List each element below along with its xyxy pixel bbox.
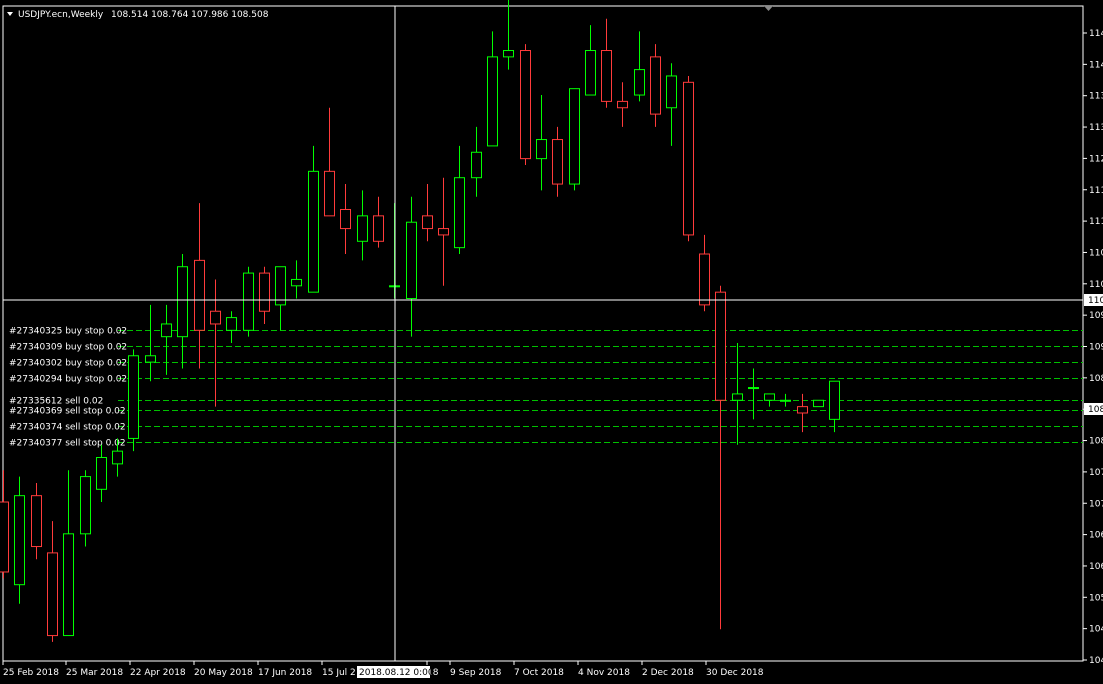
candle-bear bbox=[31, 495, 42, 548]
chart-ohlc-values: 108.514 108.764 107.986 108.508 bbox=[111, 10, 269, 20]
order-label: #27340309 buy stop 0.02 bbox=[9, 343, 127, 353]
candle-bull bbox=[634, 69, 645, 96]
chart-background bbox=[0, 0, 1103, 684]
candle-bull bbox=[161, 323, 172, 338]
candle-bull bbox=[308, 170, 319, 293]
order-label: #27340369 sell stop 0.02 bbox=[9, 407, 126, 417]
candle-bear bbox=[438, 228, 449, 236]
order-label: #27340294 buy stop 0.02 bbox=[9, 375, 127, 385]
candle-bull bbox=[666, 75, 677, 109]
candle-bull bbox=[829, 380, 840, 420]
candle-bull bbox=[80, 476, 91, 535]
candle-bear bbox=[47, 552, 58, 637]
chart-symbol-title: USDJPY.ecn,Weekly bbox=[18, 10, 104, 20]
y-tick-label: 112 bbox=[1089, 154, 1103, 164]
x-tick-label: 2 Dec 2018 bbox=[642, 668, 694, 678]
y-tick-label: 114 bbox=[1089, 29, 1103, 39]
order-label: #27340302 buy stop 0.02 bbox=[9, 359, 127, 369]
y-tick-label: 109 bbox=[1089, 343, 1103, 353]
y-tick-label: 113 bbox=[1089, 123, 1103, 133]
candle-bull bbox=[112, 450, 123, 465]
candle-bear bbox=[520, 50, 531, 160]
candle-bull bbox=[275, 266, 286, 306]
candle-bear bbox=[797, 406, 808, 414]
crosshair-time-label: 2018.08.12 0:00 bbox=[359, 668, 434, 678]
candle-bear bbox=[194, 259, 205, 331]
y-tick-label: 104 bbox=[1089, 656, 1103, 666]
y-tick-label: 111 bbox=[1089, 186, 1103, 196]
candle-bear bbox=[552, 139, 563, 185]
candle-bull bbox=[226, 317, 237, 331]
x-tick-label: 9 Sep 2018 bbox=[450, 668, 502, 678]
candle-bear bbox=[259, 272, 270, 312]
candle-bull bbox=[780, 399, 791, 402]
y-tick-label: 106 bbox=[1089, 531, 1103, 541]
candle-bull bbox=[471, 151, 482, 179]
order-label: #27340325 buy stop 0.02 bbox=[9, 327, 127, 337]
x-tick-label: 30 Dec 2018 bbox=[706, 668, 764, 678]
candle-bear bbox=[683, 81, 694, 236]
candle-bear bbox=[422, 215, 433, 230]
candle-bull bbox=[14, 495, 25, 586]
candle-bear bbox=[650, 56, 661, 115]
candle-bull bbox=[454, 177, 465, 249]
order-label: #27340374 sell stop 0.02 bbox=[9, 423, 126, 433]
y-tick-label: 106 bbox=[1089, 562, 1103, 572]
x-tick-label: 17 Jun 2018 bbox=[258, 668, 312, 678]
y-tick-label: 110 bbox=[1089, 248, 1103, 258]
candle-bull bbox=[145, 355, 156, 363]
candle-bear bbox=[715, 291, 726, 401]
y-tick-label: 108 bbox=[1089, 374, 1103, 384]
x-tick-label: 22 Apr 2018 bbox=[130, 668, 186, 678]
y-tick-label: 111 bbox=[1089, 217, 1103, 227]
candle-bull bbox=[96, 457, 107, 490]
candle-bull bbox=[243, 272, 254, 331]
current-price-label: 108 bbox=[1088, 405, 1103, 415]
candle-bear bbox=[340, 208, 351, 230]
candle-bull bbox=[748, 387, 759, 390]
y-tick-label: 105 bbox=[1089, 593, 1103, 603]
candle-bull bbox=[291, 278, 302, 287]
candle-bear bbox=[601, 50, 612, 102]
y-tick-label: 113 bbox=[1089, 92, 1103, 102]
x-tick-label: 25 Mar 2018 bbox=[66, 668, 123, 678]
candle-bear bbox=[699, 253, 710, 306]
candle-bull bbox=[357, 215, 368, 242]
candle-bull bbox=[732, 393, 743, 401]
y-tick-label: 107 bbox=[1089, 499, 1103, 509]
candle-bull bbox=[63, 533, 74, 637]
candle-bull bbox=[487, 56, 498, 147]
candle-bear bbox=[373, 215, 384, 242]
x-tick-label: 4 Nov 2018 bbox=[578, 668, 630, 678]
chart-canvas[interactable]: USDJPY.ecn,Weekly 108.514 108.764 107.98… bbox=[0, 0, 1103, 684]
candle-bull bbox=[177, 266, 188, 338]
x-tick-label: 25 Feb 2018 bbox=[3, 668, 59, 678]
candle-bull bbox=[813, 399, 824, 408]
y-tick-label: 104 bbox=[1089, 625, 1103, 635]
order-label: #27335612 sell 0.02 bbox=[9, 397, 103, 407]
y-tick-label: 107 bbox=[1089, 468, 1103, 478]
candle-bear bbox=[617, 100, 628, 109]
candle-bear bbox=[0, 501, 9, 573]
y-tick-label: 114 bbox=[1089, 60, 1103, 70]
y-tick-label: 109 bbox=[1089, 311, 1103, 321]
candle-bear bbox=[324, 170, 335, 217]
candle-bull bbox=[406, 221, 417, 300]
candle-bull bbox=[569, 88, 580, 185]
order-label: #27340377 sell stop 0.02 bbox=[9, 439, 126, 449]
candle-bull bbox=[764, 393, 775, 401]
candle-bull bbox=[503, 50, 514, 58]
y-tick-label: 110 bbox=[1089, 280, 1103, 290]
x-tick-label: 7 Oct 2018 bbox=[514, 668, 564, 678]
candle-bull bbox=[585, 50, 596, 96]
candle-bear bbox=[210, 310, 221, 325]
y-tick-label: 108 bbox=[1089, 437, 1103, 447]
crosshair-price-label: 110 bbox=[1088, 296, 1103, 306]
x-tick-label: 15 Jul 2 bbox=[322, 668, 356, 678]
candle-bull bbox=[536, 139, 547, 160]
x-tick-label: 20 May 2018 bbox=[194, 668, 253, 678]
candle-bull bbox=[128, 355, 139, 439]
